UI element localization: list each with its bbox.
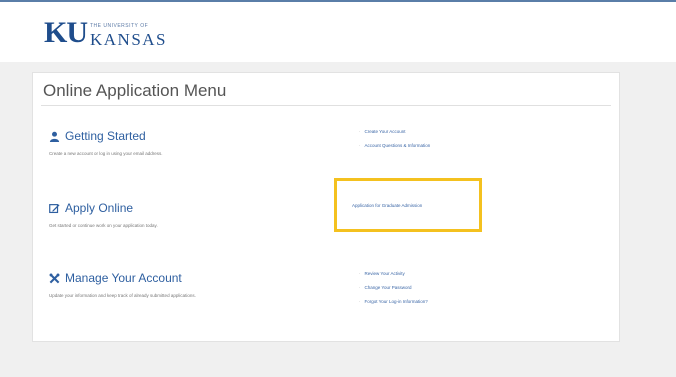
title-divider <box>41 105 611 106</box>
link-change-password[interactable]: · Change Your Password <box>359 285 428 290</box>
section-description: Get started or continue work on your app… <box>49 223 158 228</box>
link-text: Create Your Account <box>364 129 406 134</box>
section-description: Create a new account or log in using you… <box>49 151 163 156</box>
tools-icon <box>49 273 60 283</box>
link-forgot-login[interactable]: · Forgot Your Log-in Information? <box>359 299 428 304</box>
logo-ku-text: KU <box>44 16 88 49</box>
link-create-account[interactable]: · Create Your Account <box>359 129 430 134</box>
section-getting-started: Getting Started Create a new account or … <box>49 129 609 156</box>
bullet: · <box>359 129 361 134</box>
section-title: Getting Started <box>65 129 146 143</box>
section-links: · Create Your Account · Account Questions … <box>359 129 430 157</box>
bullet: · <box>359 143 361 148</box>
bullet: · <box>359 271 361 276</box>
section-title: Manage Your Account <box>65 271 182 285</box>
site-header: KU THE UNIVERSITY OF KANSAS <box>0 0 676 62</box>
section-heading[interactable]: Manage Your Account <box>49 271 609 285</box>
section-description: Update your information and keep track o… <box>49 293 196 298</box>
section-apply-online: Apply Online Get started or continue wor… <box>49 201 609 228</box>
link-account-questions[interactable]: · Account Questions & Information <box>359 143 430 148</box>
link-text: Review Your Activity <box>364 271 405 276</box>
bullet: · <box>359 299 361 304</box>
person-icon <box>49 131 60 142</box>
application-menu-panel: Online Application Menu Getting Started … <box>32 72 620 342</box>
logo-small-text: THE UNIVERSITY OF <box>90 23 149 29</box>
link-review-activity[interactable]: · Review Your Activity <box>359 271 428 276</box>
section-heading[interactable]: Getting Started <box>49 129 609 143</box>
link-text: Account Questions & Information <box>364 143 431 148</box>
section-links: · Review Your Activity · Change Your Passw… <box>359 271 428 313</box>
link-text: Forgot Your Log-in Information? <box>364 299 428 304</box>
section-heading[interactable]: Apply Online <box>49 201 609 215</box>
ku-logo[interactable]: KU THE UNIVERSITY OF KANSAS <box>44 16 168 49</box>
logo-kansas-text: KANSAS <box>90 30 168 49</box>
bullet: · <box>359 285 361 290</box>
edit-icon <box>49 203 60 213</box>
section-manage-account: Manage Your Account Update your informat… <box>49 271 609 304</box>
link-graduate-application[interactable]: Application for Graduate Admission <box>352 203 422 208</box>
page-title: Online Application Menu <box>43 81 227 100</box>
logo-wordmark: THE UNIVERSITY OF KANSAS <box>90 23 168 49</box>
link-text: Change Your Password <box>364 285 412 290</box>
section-title: Apply Online <box>65 201 134 215</box>
